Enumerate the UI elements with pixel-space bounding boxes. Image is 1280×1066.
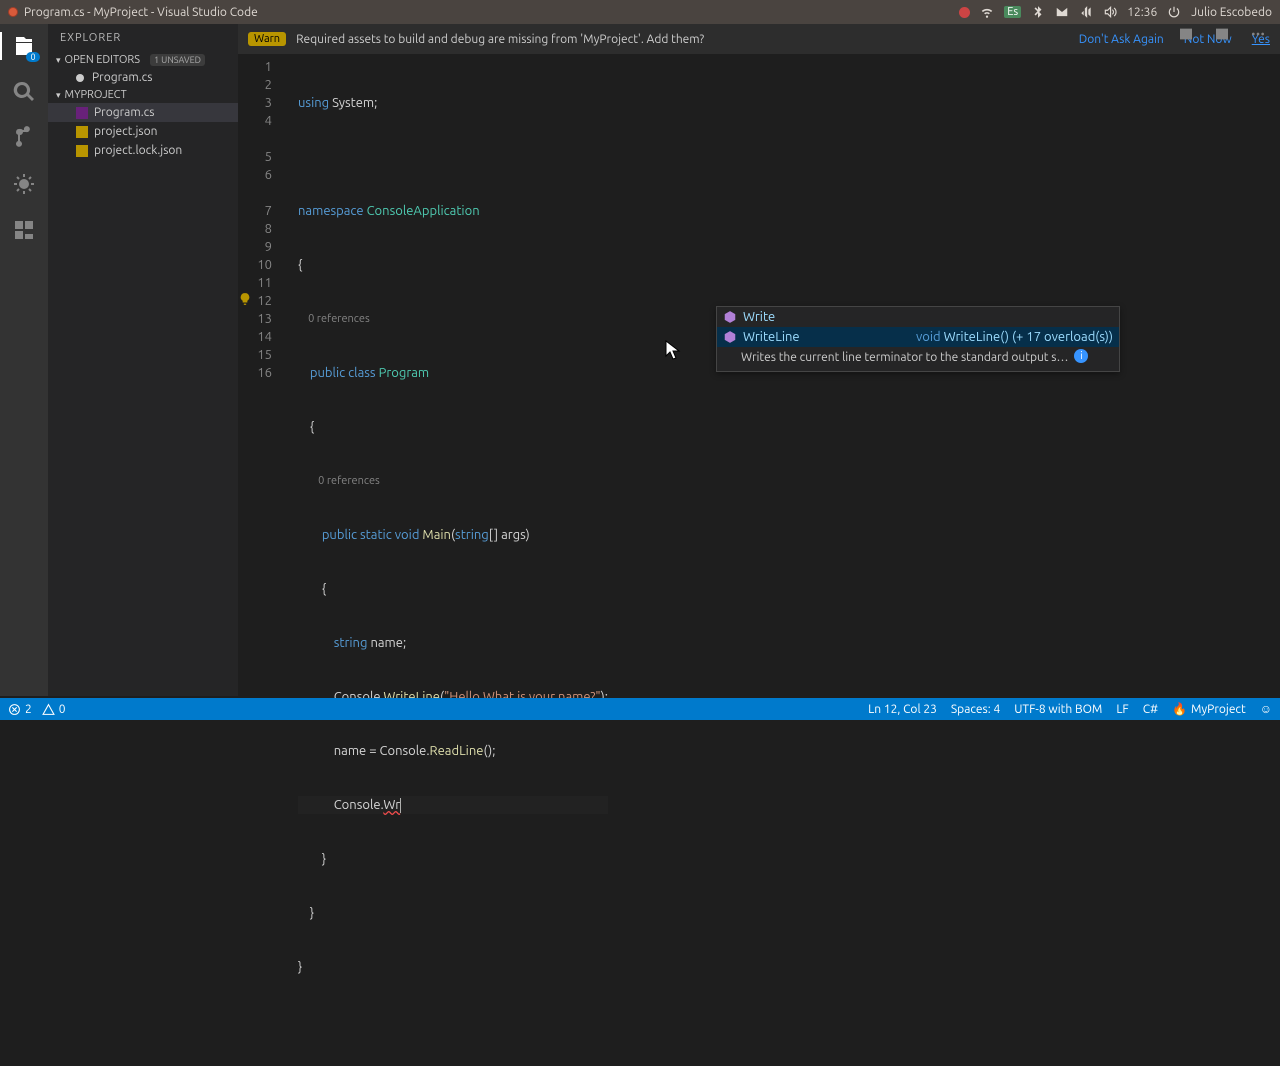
json-file-icon xyxy=(76,126,88,138)
info-icon[interactable]: i xyxy=(1074,349,1088,363)
more-icon[interactable] xyxy=(1250,26,1266,42)
warnings-item[interactable]: 0 xyxy=(42,703,66,716)
twisty-icon: ▾ xyxy=(56,55,61,66)
flame-icon: 🔥 xyxy=(1172,702,1187,716)
notification-bar: Warn Required assets to build and debug … xyxy=(238,24,1280,54)
window-title: Program.cs - MyProject - Visual Studio C… xyxy=(24,6,258,19)
record-icon[interactable] xyxy=(959,7,970,18)
feedback-icon[interactable]: ☺ xyxy=(1260,702,1272,716)
project-header[interactable]: ▾MYPROJECT xyxy=(48,87,238,103)
method-icon xyxy=(723,330,737,344)
system-tray: Es 12:36 Julio Escobedo xyxy=(959,5,1272,19)
gutter: 1234 56 7891011 12 13141516 xyxy=(238,58,286,382)
user-name[interactable]: Julio Escobedo xyxy=(1191,6,1272,19)
open-editors-header[interactable]: ▾OPEN EDITORS1 UNSAVED xyxy=(48,52,238,68)
network-icon[interactable] xyxy=(1079,5,1093,19)
intellisense-popup[interactable]: Write WriteLine void WriteLine() (+ 17 o… xyxy=(716,306,1120,372)
cursor-position[interactable]: Ln 12, Col 23 xyxy=(868,703,937,716)
eol[interactable]: LF xyxy=(1116,703,1128,716)
bluetooth-icon[interactable] xyxy=(1031,5,1045,19)
warn-badge: Warn xyxy=(248,32,286,46)
power-icon[interactable] xyxy=(1167,5,1181,19)
wifi-icon[interactable] xyxy=(980,5,994,19)
lightbulb-icon[interactable] xyxy=(238,292,252,306)
notification-message: Required assets to build and debug are m… xyxy=(296,33,1069,46)
os-top-bar: Program.cs - MyProject - Visual Studio C… xyxy=(0,0,1280,24)
explorer-sidebar: EXPLORER ▾OPEN EDITORS1 UNSAVED Program.… xyxy=(48,24,238,696)
keyboard-layout-badge[interactable]: Es xyxy=(1004,6,1021,18)
activity-bar: 0 xyxy=(0,24,48,696)
explorer-icon[interactable]: 0 xyxy=(10,32,38,60)
file-project-json[interactable]: project.json xyxy=(48,122,238,141)
unsaved-dot-icon xyxy=(76,74,84,82)
close-window-icon[interactable] xyxy=(8,7,18,17)
mail-icon[interactable] xyxy=(1055,5,1069,19)
suggestion-write[interactable]: Write xyxy=(717,307,1119,327)
open-editor-item[interactable]: Program.cs xyxy=(48,68,238,87)
suggestion-doc: Writes the current line terminator to th… xyxy=(717,347,1119,371)
toggle-panel-icon[interactable] xyxy=(1214,26,1230,42)
twisty-icon: ▾ xyxy=(56,90,61,101)
file-project-lock-json[interactable]: project.lock.json xyxy=(48,141,238,160)
json-file-icon xyxy=(76,145,88,157)
source-control-icon[interactable] xyxy=(10,124,38,152)
debug-icon[interactable] xyxy=(10,170,38,198)
indentation[interactable]: Spaces: 4 xyxy=(951,703,1000,716)
editor-area: Warn Required assets to build and debug … xyxy=(238,24,1280,696)
file-program-cs[interactable]: Program.cs xyxy=(48,103,238,122)
encoding[interactable]: UTF-8 with BOM xyxy=(1014,703,1102,716)
errors-item[interactable]: 2 xyxy=(8,703,32,716)
project-name[interactable]: 🔥MyProject xyxy=(1172,702,1246,716)
language-mode[interactable]: C# xyxy=(1143,703,1158,716)
explorer-badge: 0 xyxy=(26,52,40,62)
unsaved-badge: 1 UNSAVED xyxy=(150,54,205,66)
status-bar: 2 0 Ln 12, Col 23 Spaces: 4 UTF-8 with B… xyxy=(0,698,1280,720)
window-title-area: Program.cs - MyProject - Visual Studio C… xyxy=(8,6,959,19)
extensions-icon[interactable] xyxy=(10,216,38,244)
suggestion-writeline[interactable]: WriteLine void WriteLine() (+ 17 overloa… xyxy=(717,327,1119,347)
split-editor-icon[interactable] xyxy=(1178,26,1194,42)
csharp-file-icon xyxy=(76,107,88,119)
dont-ask-again-button[interactable]: Don't Ask Again xyxy=(1069,33,1174,46)
clock[interactable]: 12:36 xyxy=(1127,6,1157,19)
search-icon[interactable] xyxy=(10,78,38,106)
volume-icon[interactable] xyxy=(1103,5,1117,19)
method-icon xyxy=(723,310,737,324)
code-content[interactable]: using System; namespace ConsoleApplicati… xyxy=(298,58,608,1066)
code-editor[interactable]: 1234 56 7891011 12 13141516 using System… xyxy=(238,54,1280,696)
sidebar-title: EXPLORER xyxy=(48,24,238,52)
